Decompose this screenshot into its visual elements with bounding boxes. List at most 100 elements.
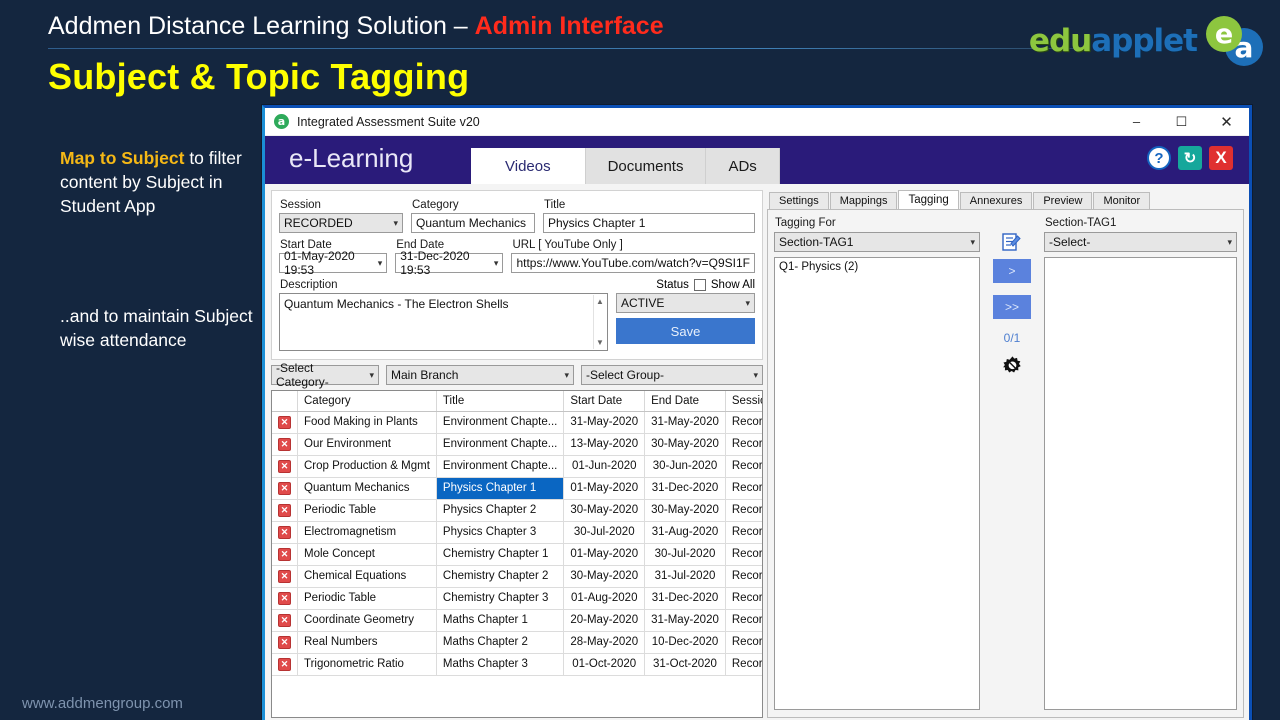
cell-category[interactable]: Chemical Equations bbox=[297, 565, 437, 588]
delete-icon[interactable]: ✕ bbox=[278, 525, 291, 539]
cell-session[interactable]: Recorded bbox=[725, 499, 762, 522]
cell-session[interactable]: Recorded bbox=[725, 543, 762, 566]
cell-category[interactable]: Mole Concept bbox=[297, 543, 437, 566]
cell-end-date[interactable]: 30-May-2020 bbox=[644, 433, 726, 456]
cell-title[interactable]: Environment Chapte... bbox=[436, 433, 565, 456]
filter-group-select[interactable]: -Select Group- ▾ bbox=[581, 365, 763, 385]
delete-row-cell[interactable]: ✕ bbox=[272, 543, 298, 566]
move-all-button[interactable]: >> bbox=[993, 295, 1031, 319]
delete-row-cell[interactable]: ✕ bbox=[272, 521, 298, 544]
cell-title[interactable]: Physics Chapter 2 bbox=[436, 499, 565, 522]
cell-session[interactable]: Recorded bbox=[725, 433, 762, 456]
status-select[interactable]: ACTIVE ▾ bbox=[616, 293, 755, 313]
cell-title[interactable]: Physics Chapter 1 bbox=[436, 477, 565, 500]
cell-end-date[interactable]: 31-Jul-2020 bbox=[644, 565, 726, 588]
cell-title[interactable]: Maths Chapter 3 bbox=[436, 653, 565, 676]
cell-start-date[interactable]: 30-May-2020 bbox=[563, 499, 646, 522]
tab-documents[interactable]: Documents bbox=[585, 148, 707, 184]
delete-icon[interactable]: ✕ bbox=[278, 481, 291, 495]
cell-end-date[interactable]: 10-Dec-2020 bbox=[644, 631, 726, 654]
th-session[interactable]: Session bbox=[725, 391, 762, 412]
delete-row-cell[interactable]: ✕ bbox=[272, 433, 298, 456]
delete-icon[interactable]: ✕ bbox=[278, 591, 291, 605]
filter-branch-select[interactable]: Main Branch ▾ bbox=[386, 365, 574, 385]
cell-start-date[interactable]: 13-May-2020 bbox=[563, 433, 646, 456]
delete-icon[interactable]: ✕ bbox=[278, 569, 291, 583]
cell-title[interactable]: Chemistry Chapter 1 bbox=[436, 543, 565, 566]
cell-category[interactable]: Trigonometric Ratio bbox=[297, 653, 437, 676]
cell-session[interactable]: Recorded bbox=[725, 609, 762, 632]
tab-videos[interactable]: Videos bbox=[471, 148, 586, 184]
cell-start-date[interactable]: 30-May-2020 bbox=[563, 565, 646, 588]
cell-start-date[interactable]: 01-Aug-2020 bbox=[563, 587, 646, 610]
title-input[interactable]: Physics Chapter 1 bbox=[543, 213, 755, 233]
cell-title[interactable]: Chemistry Chapter 3 bbox=[436, 587, 565, 610]
gear-icon[interactable] bbox=[1002, 355, 1023, 380]
minimize-button[interactable]: – bbox=[1114, 108, 1159, 136]
cell-start-date[interactable]: 31-May-2020 bbox=[563, 411, 646, 434]
right-tab-settings[interactable]: Settings bbox=[769, 192, 829, 209]
right-tab-annexures[interactable]: Annexures bbox=[959, 192, 1033, 209]
th-start-date[interactable]: Start Date bbox=[563, 391, 646, 412]
cell-end-date[interactable]: 31-May-2020 bbox=[644, 609, 726, 632]
content-table-wrapper[interactable]: Category Title Start Date End Date Sessi… bbox=[271, 390, 763, 718]
list-item[interactable]: Q1- Physics (2) bbox=[779, 261, 975, 273]
right-tab-tagging[interactable]: Tagging bbox=[898, 190, 959, 209]
cell-start-date[interactable]: 01-May-2020 bbox=[563, 543, 646, 566]
cell-end-date[interactable]: 31-Aug-2020 bbox=[644, 521, 726, 544]
table-row[interactable]: ✕ Food Making in Plants Environment Chapte… bbox=[272, 411, 762, 434]
cell-category[interactable]: Periodic Table bbox=[297, 587, 437, 610]
cell-start-date[interactable]: 30-Jul-2020 bbox=[563, 521, 646, 544]
refresh-icon[interactable]: ↻ bbox=[1178, 146, 1202, 170]
delete-row-cell[interactable]: ✕ bbox=[272, 609, 298, 632]
cell-title[interactable]: Environment Chapte... bbox=[436, 411, 565, 434]
table-row[interactable]: ✕ Trigonometric Ratio Maths Chapter 3 01-Oc… bbox=[272, 653, 762, 676]
assigned-tags-list[interactable] bbox=[1044, 257, 1237, 710]
section-tag-select[interactable]: -Select- ▾ bbox=[1044, 232, 1237, 252]
table-row[interactable]: ✕ Our Environment Environment Chapte... 13-… bbox=[272, 433, 762, 456]
table-row[interactable]: ✕ Crop Production & Mgmt Environment Chapt… bbox=[272, 455, 762, 478]
cell-end-date[interactable]: 31-Dec-2020 bbox=[644, 587, 726, 610]
delete-icon[interactable]: ✕ bbox=[278, 503, 291, 517]
delete-row-cell[interactable]: ✕ bbox=[272, 499, 298, 522]
delete-icon[interactable]: ✕ bbox=[278, 459, 291, 473]
delete-row-cell[interactable]: ✕ bbox=[272, 455, 298, 478]
cell-end-date[interactable]: 30-Jul-2020 bbox=[644, 543, 726, 566]
delete-row-cell[interactable]: ✕ bbox=[272, 631, 298, 654]
delete-row-cell[interactable]: ✕ bbox=[272, 477, 298, 500]
description-textarea[interactable]: Quantum Mechanics - The Electron Shells … bbox=[279, 293, 608, 351]
table-row[interactable]: ✕ Electromagnetism Physics Chapter 3 30-Jul… bbox=[272, 521, 762, 544]
delete-row-cell[interactable]: ✕ bbox=[272, 565, 298, 588]
save-button[interactable]: Save bbox=[616, 318, 755, 344]
th-end-date[interactable]: End Date bbox=[644, 391, 726, 412]
cell-category[interactable]: Real Numbers bbox=[297, 631, 437, 654]
delete-row-cell[interactable]: ✕ bbox=[272, 587, 298, 610]
cell-session[interactable]: Recorded bbox=[725, 477, 762, 500]
cell-title[interactable]: Maths Chapter 1 bbox=[436, 609, 565, 632]
show-all-checkbox[interactable] bbox=[693, 279, 706, 291]
session-select[interactable]: RECORDED ▾ bbox=[279, 213, 403, 233]
table-row[interactable]: ✕ Coordinate Geometry Maths Chapter 1 20-Ma… bbox=[272, 609, 762, 632]
table-row[interactable]: ✕ Real Numbers Maths Chapter 2 28-May-2020 1… bbox=[272, 631, 762, 654]
move-one-button[interactable]: > bbox=[993, 259, 1031, 283]
help-icon[interactable]: ? bbox=[1147, 146, 1171, 170]
delete-row-cell[interactable]: ✕ bbox=[272, 653, 298, 676]
cell-end-date[interactable]: 30-May-2020 bbox=[644, 499, 726, 522]
close-icon[interactable]: X bbox=[1209, 146, 1233, 170]
cell-start-date[interactable]: 01-Oct-2020 bbox=[563, 653, 646, 676]
cell-title[interactable]: Chemistry Chapter 2 bbox=[436, 565, 565, 588]
table-row[interactable]: ✕ Quantum Mechanics Physics Chapter 1 01-Ma… bbox=[272, 477, 762, 500]
cell-session[interactable]: Recorded bbox=[725, 455, 762, 478]
cell-category[interactable]: Periodic Table bbox=[297, 499, 437, 522]
cell-start-date[interactable]: 01-May-2020 bbox=[563, 477, 646, 500]
th-title[interactable]: Title bbox=[436, 391, 565, 412]
close-window-button[interactable]: ✕ bbox=[1204, 108, 1249, 136]
tagging-for-select[interactable]: Section-TAG1 ▾ bbox=[774, 232, 980, 252]
cell-category[interactable]: Quantum Mechanics bbox=[297, 477, 437, 500]
cell-end-date[interactable]: 31-Oct-2020 bbox=[644, 653, 726, 676]
tab-ads[interactable]: ADs bbox=[706, 148, 780, 184]
cell-end-date[interactable]: 30-Jun-2020 bbox=[644, 455, 726, 478]
cell-start-date[interactable]: 01-Jun-2020 bbox=[563, 455, 646, 478]
table-row[interactable]: ✕ Chemical Equations Chemistry Chapter 2 30… bbox=[272, 565, 762, 588]
description-scrollbar[interactable]: ▲ ▼ bbox=[593, 295, 606, 349]
